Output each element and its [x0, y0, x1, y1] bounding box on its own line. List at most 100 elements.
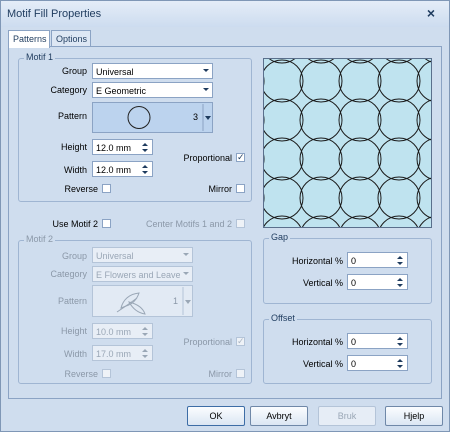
motif2-pattern-select[interactable]: 1: [92, 285, 193, 317]
motif-circle: [379, 215, 419, 227]
help-button[interactable]: Hjelp: [385, 406, 443, 426]
motif-circle: [377, 176, 421, 220]
motif1-height-label: Height: [60, 142, 87, 152]
use-motif2-label: Use Motif 2: [52, 219, 98, 229]
gap-horizontal-label: Horizontal %: [291, 256, 343, 266]
spin-down-icon[interactable]: [142, 171, 148, 174]
check-icon: ✓: [237, 336, 245, 346]
offset-vertical-label: Vertical %: [302, 359, 343, 369]
motif2-pattern-number: 1: [173, 296, 179, 306]
check-icon: ✓: [237, 152, 245, 162]
motif1-mirror-checkbox[interactable]: [236, 184, 245, 193]
motif2-group-label: Group: [61, 251, 87, 261]
motif1-category-select[interactable]: E Geometric: [92, 82, 213, 98]
motif-circle: [424, 59, 431, 63]
motif1-reverse-label: Reverse: [64, 184, 98, 194]
spin-up-icon[interactable]: [142, 165, 148, 168]
spin-down-icon[interactable]: [397, 365, 403, 368]
spin-up-icon[interactable]: [142, 143, 148, 146]
motif2-mirror-checkbox[interactable]: [236, 369, 245, 378]
motif-circle: [264, 137, 304, 181]
motif2-width-value: 17.0 mm: [96, 349, 132, 359]
offset-group: Offset: [263, 313, 432, 384]
tab-options[interactable]: Options: [51, 30, 91, 47]
gap-vertical-stepper[interactable]: 0: [347, 274, 408, 290]
motif1-pattern-number: 3: [193, 112, 199, 122]
gap-horizontal-value: 0: [351, 256, 357, 266]
use-motif2-checkbox[interactable]: [102, 219, 111, 228]
spin-down-icon[interactable]: [142, 149, 148, 152]
motif-circle: [416, 177, 431, 219]
pattern-preview: [263, 58, 432, 228]
motif2-width-stepper[interactable]: 17.0 mm: [92, 345, 153, 361]
motif2-title: Motif 2: [24, 234, 56, 244]
circle-motif-preview: [264, 59, 431, 227]
offset-horizontal-stepper[interactable]: 0: [347, 333, 408, 349]
window-title: Motif Fill Properties: [7, 8, 102, 20]
motif2-category-select[interactable]: E Flowers and Leaves: [92, 266, 193, 282]
chevron-down-icon: [183, 272, 189, 275]
motif2-reverse-label: Reverse: [64, 369, 98, 379]
motif-circle: [338, 98, 382, 142]
motif-circle: [416, 138, 431, 180]
motif2-reverse-checkbox[interactable]: [102, 369, 111, 378]
chevron-down-icon: [203, 69, 209, 72]
motif-circle: [377, 98, 421, 142]
spin-up-icon[interactable]: [397, 256, 403, 259]
motif-fill-dialog: Motif Fill Properties × Patterns Options…: [0, 0, 450, 432]
offset-vertical-stepper[interactable]: 0: [347, 355, 408, 371]
motif2-height-stepper[interactable]: 10.0 mm: [92, 323, 153, 339]
apply-button[interactable]: Bruk: [318, 406, 376, 426]
gap-title: Gap: [269, 232, 291, 242]
motif1-proportional-checkbox[interactable]: ✓: [236, 152, 245, 162]
motif2-proportional-label: Proportional: [183, 337, 232, 347]
spin-up-icon[interactable]: [142, 349, 148, 352]
spin-up-icon[interactable]: [397, 337, 403, 340]
motif-circle: [416, 60, 431, 102]
motif-circle: [264, 215, 302, 227]
spin-down-icon[interactable]: [397, 284, 403, 287]
motif2-height-label: Height: [60, 326, 87, 336]
motif-circle: [338, 176, 382, 220]
motif-circle: [416, 99, 431, 141]
motif-circle: [264, 98, 304, 142]
motif-circle: [377, 137, 421, 181]
motif1-height-stepper[interactable]: 12.0 mm: [92, 139, 153, 155]
motif-circle: [299, 98, 343, 142]
spin-up-icon[interactable]: [142, 327, 148, 330]
motif2-group-value: Universal: [96, 251, 134, 261]
motif1-reverse-checkbox[interactable]: [102, 184, 111, 193]
motif1-group-select[interactable]: Universal: [92, 63, 213, 79]
center-motifs-label: Center Motifs 1 and 2: [145, 219, 232, 229]
center-motifs-checkbox[interactable]: [236, 219, 245, 228]
motif1-width-stepper[interactable]: 12.0 mm: [92, 161, 153, 177]
motif2-width-label: Width: [63, 349, 87, 359]
tab-patterns[interactable]: Patterns: [8, 30, 50, 48]
motif1-mirror-label: Mirror: [208, 184, 233, 194]
motif-circle: [264, 176, 304, 220]
motif1-proportional-label: Proportional: [183, 153, 232, 163]
motif2-pattern-label: Pattern: [57, 296, 87, 306]
offset-title: Offset: [269, 313, 297, 323]
cancel-button[interactable]: Avbryt: [250, 406, 308, 426]
motif1-category-label: Category: [50, 85, 87, 95]
motif2-group-select[interactable]: Universal: [92, 247, 193, 263]
spin-up-icon[interactable]: [397, 278, 403, 281]
spin-down-icon[interactable]: [142, 333, 148, 336]
motif2-proportional-checkbox[interactable]: ✓: [236, 336, 245, 346]
motif-circle: [299, 176, 343, 220]
motif1-pattern-label: Pattern: [57, 111, 87, 121]
spin-up-icon[interactable]: [397, 359, 403, 362]
gap-horizontal-stepper[interactable]: 0: [347, 252, 408, 268]
spin-down-icon[interactable]: [397, 343, 403, 346]
offset-horizontal-value: 0: [351, 337, 357, 347]
close-icon[interactable]: ×: [423, 4, 439, 22]
spin-down-icon[interactable]: [142, 355, 148, 358]
gap-vertical-value: 0: [351, 278, 357, 288]
motif2-category-label: Category: [50, 269, 87, 279]
motif1-pattern-select[interactable]: 3: [92, 102, 213, 133]
ok-button[interactable]: OK: [187, 406, 245, 426]
spin-down-icon[interactable]: [397, 262, 403, 265]
motif1-width-label: Width: [63, 165, 87, 175]
chevron-down-icon: [183, 253, 189, 256]
